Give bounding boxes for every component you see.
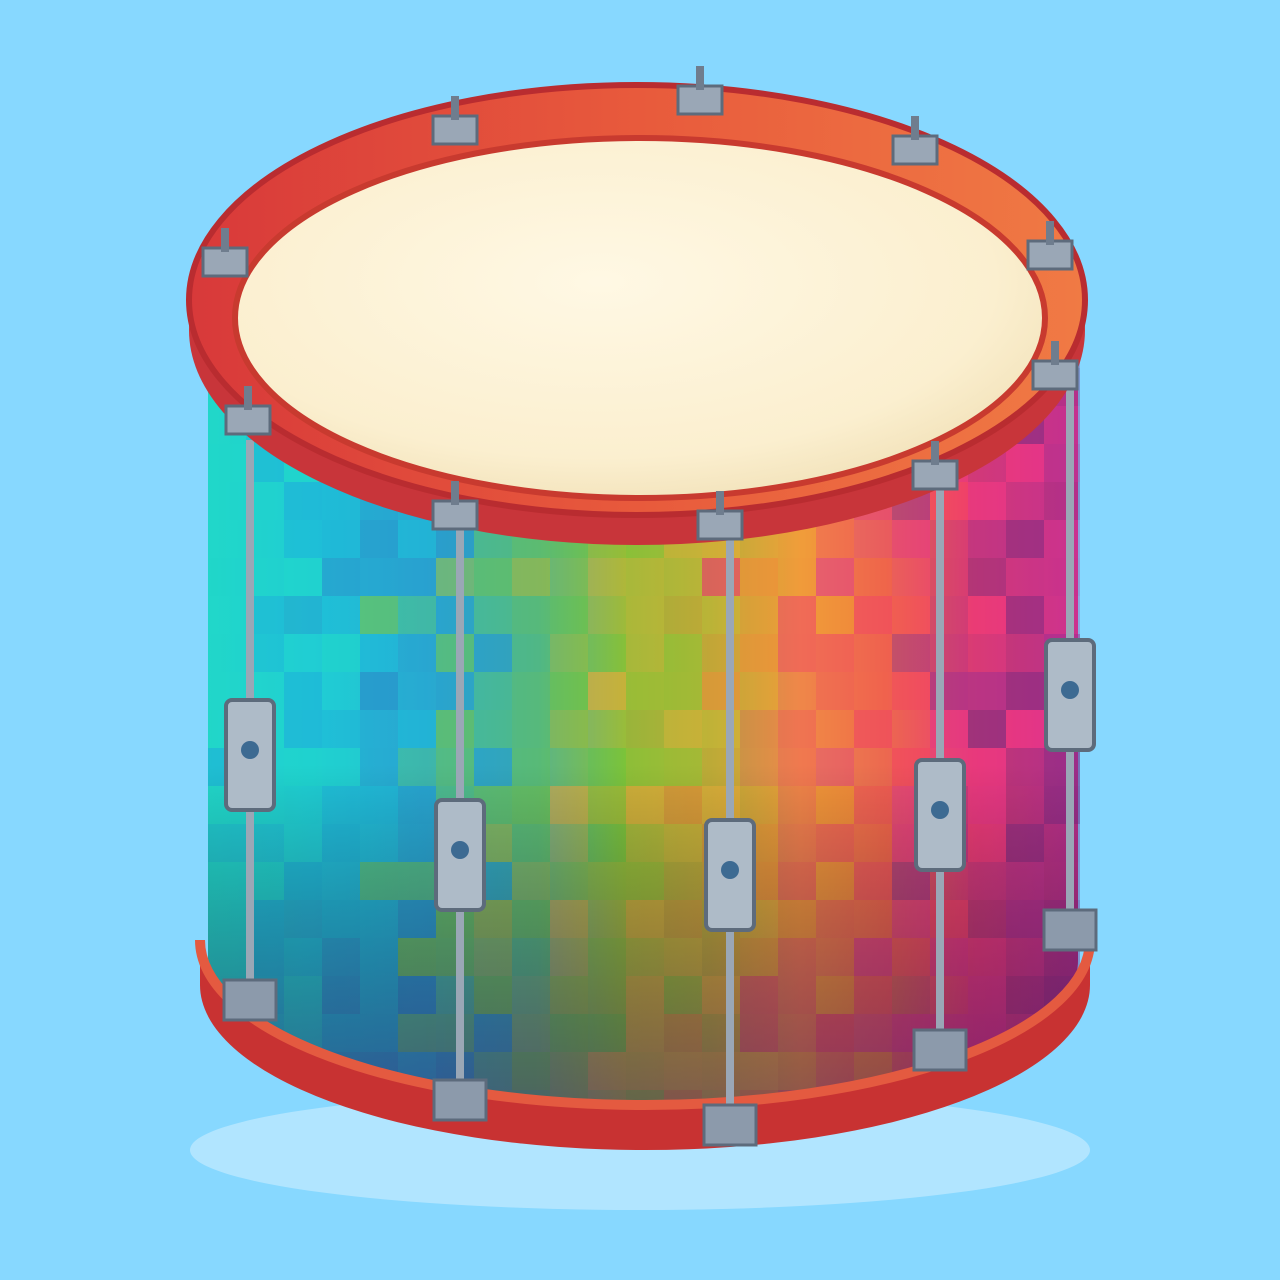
bottom-claw xyxy=(912,1028,968,1072)
bottom-claw xyxy=(702,1103,758,1147)
lug-screw xyxy=(1061,681,1079,699)
tension-bolt xyxy=(1051,341,1059,365)
shell-pixel-tile xyxy=(1044,1052,1080,1090)
top-claw xyxy=(201,246,249,278)
canvas xyxy=(0,0,1280,1280)
top-claw xyxy=(1031,359,1079,391)
top-claw xyxy=(1026,239,1074,271)
shell-pixel-tile xyxy=(1044,1090,1080,1116)
bottom-claw xyxy=(432,1078,488,1122)
tension-bolt xyxy=(451,96,459,120)
tension-bolt xyxy=(244,386,252,410)
top-claw xyxy=(224,404,272,436)
top-claw xyxy=(891,134,939,166)
lug-screw xyxy=(451,841,469,859)
tension-bolt xyxy=(1046,221,1054,245)
top-claw xyxy=(911,459,959,491)
tension-bolt xyxy=(911,116,919,140)
shell-pixel-tile xyxy=(208,1052,246,1090)
lug-screw xyxy=(721,861,739,879)
tension-bolt xyxy=(451,481,459,505)
tension-bolt xyxy=(931,441,939,465)
top-claw xyxy=(676,84,724,116)
top-claw xyxy=(431,114,479,146)
lug-screw xyxy=(931,801,949,819)
top-claw xyxy=(696,509,744,541)
tension-bolt xyxy=(696,66,704,90)
tension-bolt xyxy=(716,491,724,515)
top-claw xyxy=(431,499,479,531)
bottom-claw xyxy=(222,978,278,1022)
lug-screw xyxy=(241,741,259,759)
drum-icon xyxy=(186,66,1098,1210)
bottom-claw xyxy=(1042,908,1098,952)
shell-pixel-tile xyxy=(208,1090,246,1116)
tension-bolt xyxy=(221,228,229,252)
